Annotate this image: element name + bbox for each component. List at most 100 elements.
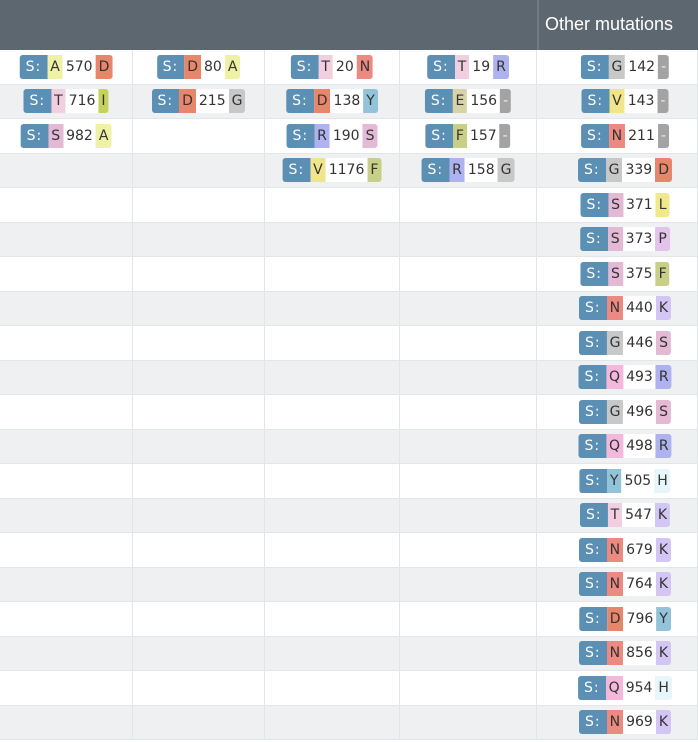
table-cell xyxy=(133,567,265,601)
table-row xyxy=(0,671,537,706)
table-cell xyxy=(265,326,400,360)
table-cell xyxy=(0,429,133,463)
table-cell xyxy=(265,636,400,670)
table-cell xyxy=(265,464,400,498)
table-cell xyxy=(133,464,265,498)
mutation-ref: T xyxy=(607,503,623,528)
mutation-gene: S: xyxy=(286,123,315,148)
table-cell xyxy=(400,567,537,601)
mutation-gene: S: xyxy=(19,54,48,79)
mutation-ref: S xyxy=(48,123,64,148)
mutation-alt: P xyxy=(655,227,670,252)
table-cell xyxy=(0,464,133,498)
mutation-position: 856 xyxy=(623,641,656,666)
table-cell xyxy=(133,429,265,463)
table-cell xyxy=(133,705,265,739)
mutation-chip[interactable]: S: S 982 A xyxy=(20,123,112,148)
mutation-position: 143 xyxy=(624,89,658,114)
mutation-position: 679 xyxy=(623,537,656,562)
mutation-chip[interactable]: S: S 371 L xyxy=(580,192,670,217)
mutation-chip[interactable]: S: Q 493 R xyxy=(578,365,672,390)
mutation-chip[interactable]: S: G 446 S xyxy=(578,330,672,355)
mutation-position: 954 xyxy=(622,675,656,700)
table-cell: S: F 157- xyxy=(400,119,537,153)
table-cell xyxy=(265,429,400,463)
mutation-chip[interactable]: S: Q 954 H xyxy=(578,675,672,700)
mutation-alt: F xyxy=(367,158,382,183)
mutation-chip[interactable]: S: G 339 D xyxy=(578,158,672,183)
table-cell: S: N 969 K xyxy=(537,705,698,739)
mutation-chip[interactable]: S: N 440 K xyxy=(578,296,672,321)
mutation-chip[interactable]: S: N 969 K xyxy=(578,710,672,735)
mutation-chip[interactable]: S: N 679 K xyxy=(578,537,672,562)
mutation-ref: N xyxy=(606,296,624,321)
mutation-chip[interactable]: S: T 20 N xyxy=(290,54,374,79)
table-cell: S: S 375 F xyxy=(537,257,698,291)
mutation-gene: S: xyxy=(579,468,607,493)
mutation-gene: S: xyxy=(578,399,607,424)
mutation-chip[interactable]: S: S 373 P xyxy=(580,227,670,252)
mutation-gene: S: xyxy=(580,227,608,252)
list-item: S: N 440 K xyxy=(537,291,698,326)
mutation-chip[interactable]: S: T 716 I xyxy=(23,89,109,114)
mutation-chip[interactable]: S: V 143- xyxy=(581,89,669,114)
table-cell xyxy=(265,498,400,532)
mutation-chip[interactable]: S: A 570 D xyxy=(19,54,113,79)
mutation-gene: S: xyxy=(580,54,609,79)
table-row xyxy=(0,464,537,499)
table-cell xyxy=(133,188,265,222)
mutation-chip[interactable]: S: G 142- xyxy=(580,54,670,79)
list-item: S: Q 493 R xyxy=(537,360,698,395)
table-cell xyxy=(400,671,537,705)
mutation-gene: S: xyxy=(578,537,607,562)
mutation-ref: N xyxy=(606,641,624,666)
mutation-position: 156 xyxy=(467,89,501,114)
table-cell: S: D 138 Y xyxy=(265,84,400,118)
mutation-chip[interactable]: S: N 211- xyxy=(581,123,669,148)
mutation-chip[interactable]: S: T 547 K xyxy=(579,503,671,528)
table-cell xyxy=(133,602,265,636)
mutation-chip[interactable]: S: G 496 S xyxy=(578,399,672,424)
mutation-chip[interactable]: S: D 215 G xyxy=(151,89,246,114)
table-row xyxy=(0,222,537,257)
mutation-position: 138 xyxy=(330,89,364,114)
mutation-chip[interactable]: S: D 138 Y xyxy=(286,89,378,114)
table-cell xyxy=(265,222,400,256)
table-cell xyxy=(265,567,400,601)
mutation-gene: S: xyxy=(579,503,608,528)
mutation-chip[interactable]: S: D 796 Y xyxy=(579,606,671,631)
mutation-position: 215 xyxy=(195,89,229,114)
mutation-chip[interactable]: S: Q 498 R xyxy=(578,434,672,459)
mutation-position: 440 xyxy=(623,296,656,321)
mutation-position: 20 xyxy=(332,54,357,79)
mutation-ref: R xyxy=(314,123,330,148)
mutation-chip[interactable]: S: E 156- xyxy=(424,89,512,114)
mutation-ref: T xyxy=(51,89,66,114)
mutation-chip[interactable]: S: R 158 G xyxy=(421,158,515,183)
table-cell xyxy=(133,498,265,532)
table-cell xyxy=(133,360,265,394)
mutation-chip[interactable]: S: N 856 K xyxy=(578,641,672,666)
table-cell xyxy=(400,602,537,636)
mutation-chip[interactable]: S: Y 505 H xyxy=(579,468,671,493)
table-cell: S: G 496 S xyxy=(537,395,698,429)
list-item: S: Q 498 R xyxy=(537,429,698,464)
mutation-alt: S xyxy=(362,123,378,148)
table-cell xyxy=(133,257,265,291)
table-cell xyxy=(265,291,400,325)
mutation-chip[interactable]: S: V 1176 F xyxy=(282,158,382,183)
mutation-position: 339 xyxy=(622,158,656,183)
mutation-chip[interactable]: S: F 157- xyxy=(425,123,511,148)
mutation-chip[interactable]: S: D 80 A xyxy=(156,54,241,79)
table-cell: S: R 158 G xyxy=(400,153,537,187)
mutation-grid: S: A 570 D S: D 80 A S: T 20 N S: T 19 R S: T 716 I S: D 215 G S… xyxy=(0,50,537,740)
mutation-chip[interactable]: S: T 19 R xyxy=(427,54,509,79)
mutation-gene: S: xyxy=(151,89,180,114)
mutation-chip[interactable]: S: R 190 S xyxy=(286,123,378,148)
table-cell xyxy=(0,671,133,705)
mutation-chip[interactable]: S: S 375 F xyxy=(580,261,670,286)
table-cell xyxy=(265,360,400,394)
mutation-chip[interactable]: S: N 764 K xyxy=(578,572,672,597)
mutation-alt: K xyxy=(655,641,672,666)
mutation-position: 570 xyxy=(62,54,96,79)
